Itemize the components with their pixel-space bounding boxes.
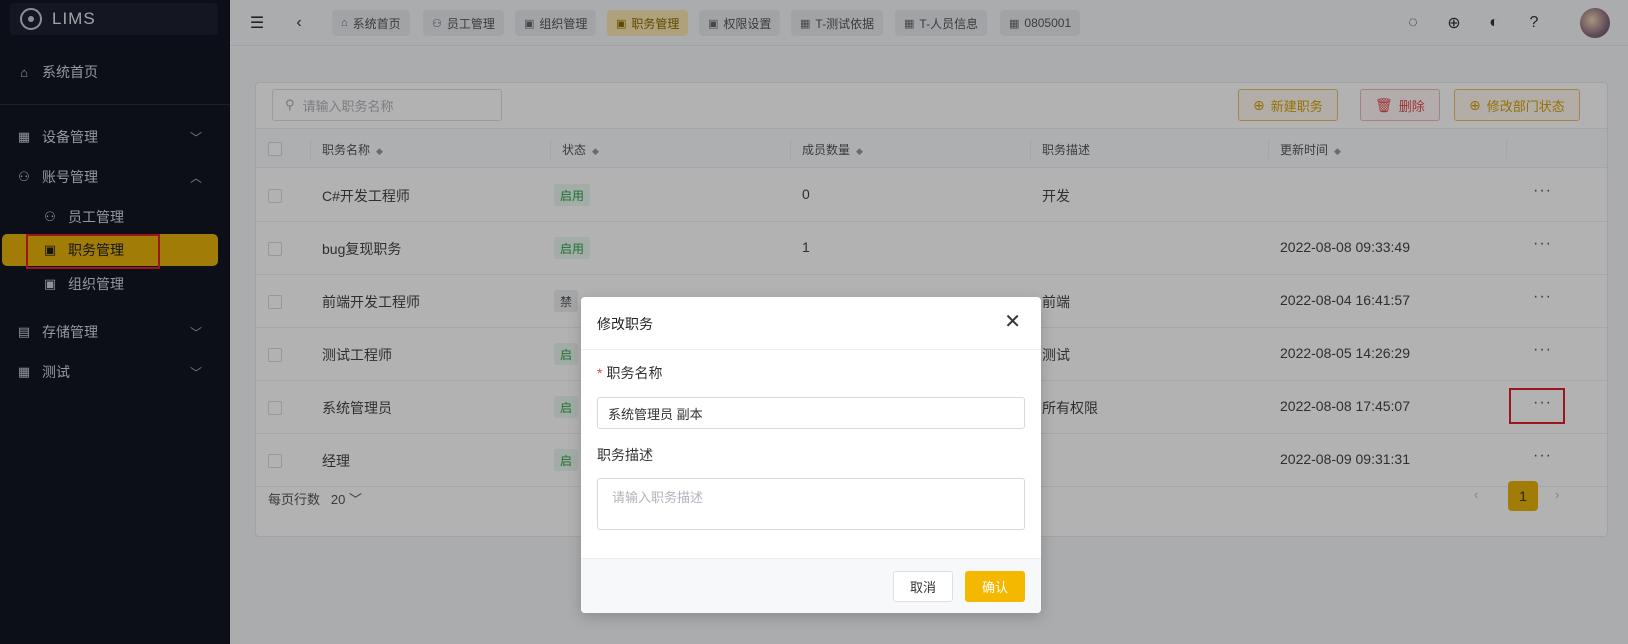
name-label-text: 职务名称 <box>606 365 663 381</box>
close-icon[interactable]: ✕ <box>1004 309 1021 334</box>
confirm-button[interactable]: 确认 <box>965 571 1025 602</box>
dialog-footer: 取消 确认 <box>581 558 1041 613</box>
position-desc-textarea[interactable]: 请输入职务描述 <box>597 478 1025 530</box>
required-mark: * <box>597 365 603 381</box>
dialog-title: 修改职务 <box>597 316 653 332</box>
desc-field-label: 职务描述 <box>597 447 653 463</box>
name-field-label: * 职务名称 <box>597 363 662 383</box>
position-name-input[interactable]: 系统管理员 副本 <box>597 397 1025 429</box>
dialog-divider <box>581 349 1041 350</box>
edit-position-dialog: 修改职务 ✕ * 职务名称 系统管理员 副本 职务描述 请输入职务描述 取消 确认 <box>581 297 1041 613</box>
cancel-button[interactable]: 取消 <box>893 571 953 602</box>
